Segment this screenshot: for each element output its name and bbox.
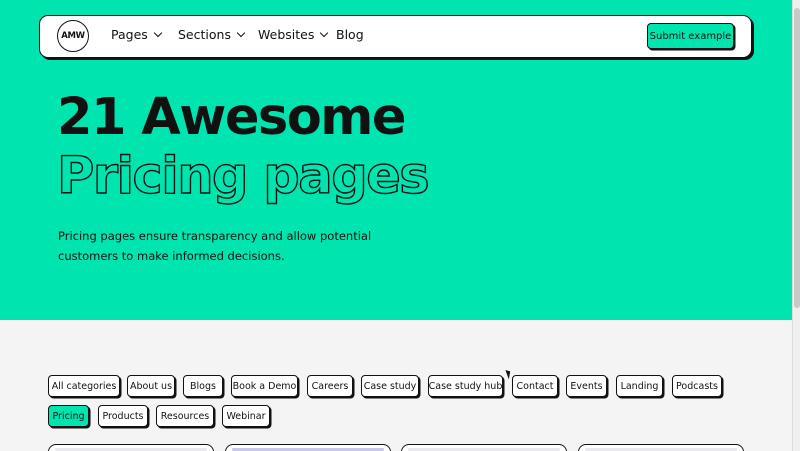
nav-blog[interactable]: Blog (336, 27, 364, 42)
chevron-down-icon (153, 28, 163, 38)
filter-about-us[interactable]: About us (127, 375, 175, 397)
example-card-thumbnail[interactable] (578, 444, 744, 451)
nav-sections[interactable]: Sections (178, 27, 246, 42)
filter-blogs[interactable]: Blogs (183, 375, 223, 397)
cursor-icon (505, 368, 513, 380)
scrollbar-thumb[interactable] (794, 8, 800, 308)
vertical-scrollbar[interactable] (792, 0, 800, 451)
filter-products[interactable]: Products (98, 405, 148, 427)
page-title-line1: 21 Awesome (57, 88, 407, 147)
filter-pricing[interactable]: Pricing (48, 405, 89, 427)
filter-podcasts[interactable]: Podcasts (672, 375, 722, 397)
nav-websites-label: Websites (258, 27, 315, 42)
filter-careers[interactable]: Careers (307, 375, 353, 397)
filter-case-study[interactable]: Case study (361, 375, 419, 397)
filter-all-categories[interactable]: All categories (48, 375, 120, 397)
nav-pages-label: Pages (111, 27, 148, 42)
nav-blog-label: Blog (336, 27, 364, 42)
filter-webinar[interactable]: Webinar (222, 405, 270, 427)
nav-sections-label: Sections (178, 27, 231, 42)
filter-book-a-demo[interactable]: Book a Demo (231, 375, 298, 397)
chevron-down-icon (320, 28, 329, 38)
page-description: Pricing pages ensure transparency and al… (58, 229, 372, 263)
nav-pages[interactable]: Pages (111, 27, 163, 42)
nav-websites[interactable]: Websites (258, 27, 329, 42)
filter-events[interactable]: Events (566, 375, 607, 397)
filter-landing[interactable]: Landing (616, 375, 663, 397)
filter-contact[interactable]: Contact (512, 375, 558, 397)
filter-case-study-hub[interactable]: Case study hub (428, 375, 503, 397)
filter-resources[interactable]: Resources (156, 405, 214, 427)
submit-example-button[interactable]: Submit example (647, 23, 734, 49)
logo[interactable]: AMW (57, 20, 89, 52)
example-card-thumbnail[interactable] (48, 444, 214, 451)
top-navbar: AMW Pages Sections Websites Blog Submit … (39, 15, 752, 58)
example-card-thumbnail[interactable] (225, 444, 391, 451)
page-title-line2: Pricing pages (56, 146, 430, 206)
example-card-thumbnail[interactable] (401, 444, 567, 451)
chevron-down-icon (236, 28, 246, 38)
